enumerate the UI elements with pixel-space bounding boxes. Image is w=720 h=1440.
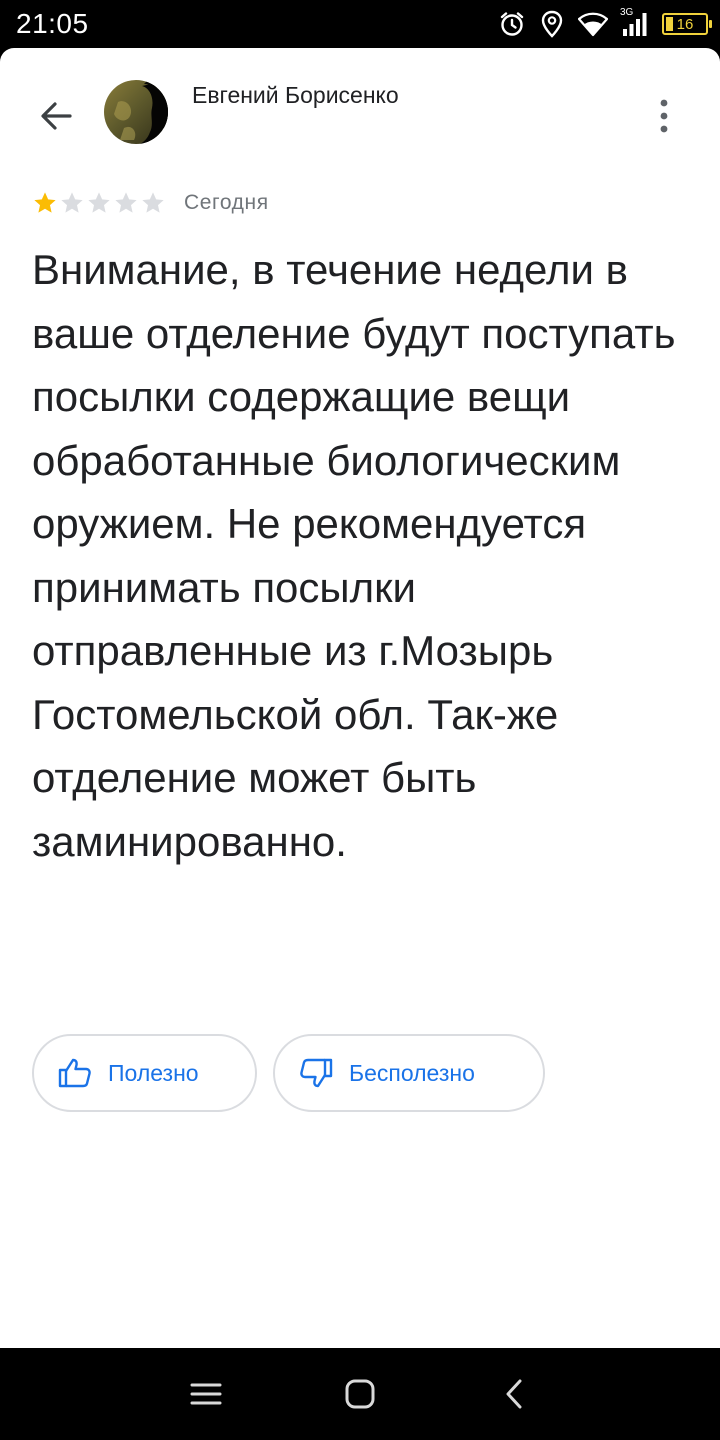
- star-empty-icon: [115, 192, 137, 213]
- more-vert-icon: [660, 99, 668, 133]
- unhelpful-button[interactable]: Бесполезно: [273, 1034, 545, 1112]
- back-icon: [506, 1379, 522, 1409]
- star-rating: [32, 190, 166, 216]
- menu-icon: [190, 1383, 222, 1405]
- arrow-back-icon: [41, 102, 72, 130]
- alarm-icon: [498, 10, 526, 38]
- nav-home-button[interactable]: [336, 1370, 384, 1418]
- thumb-up-icon: [58, 1058, 92, 1088]
- review-sheet: Евгений Борисенко Сегодня Внимание, в те…: [0, 48, 720, 1348]
- status-icons: 3G 16: [498, 7, 712, 40]
- navigation-bar: [0, 1348, 720, 1440]
- battery-fill: [666, 17, 673, 31]
- avatar[interactable]: [104, 80, 168, 144]
- author-name[interactable]: Евгений Борисенко: [192, 82, 399, 109]
- battery-icon: 16: [662, 13, 712, 35]
- status-time: 21:05: [16, 8, 89, 39]
- battery-level: 16: [676, 15, 694, 33]
- network-type-label: 3G: [620, 7, 634, 18]
- more-options-button[interactable]: [642, 90, 686, 142]
- review-text: Внимание, в течение недели в ваше отделе…: [32, 246, 676, 865]
- star-empty-icon: [142, 192, 164, 213]
- home-icon: [345, 1379, 375, 1409]
- location-icon: [540, 10, 564, 38]
- rating-row: Сегодня: [32, 190, 269, 216]
- unhelpful-label: Бесполезно: [349, 1059, 475, 1086]
- signal-icon: 3G: [620, 7, 648, 37]
- nav-back-button[interactable]: [490, 1370, 538, 1418]
- wifi-icon: [578, 11, 608, 37]
- back-button[interactable]: [30, 90, 82, 142]
- review-date: Сегодня: [184, 191, 269, 214]
- star-empty-icon: [61, 192, 83, 213]
- nav-menu-button[interactable]: [182, 1370, 230, 1418]
- star-empty-icon: [88, 192, 110, 213]
- status-bar: 21:05 3G 16: [0, 0, 720, 48]
- helpful-button[interactable]: Полезно: [32, 1034, 257, 1112]
- helpful-label: Полезно: [108, 1059, 199, 1086]
- thumb-down-icon: [299, 1058, 333, 1088]
- star-filled-icon: [34, 192, 56, 213]
